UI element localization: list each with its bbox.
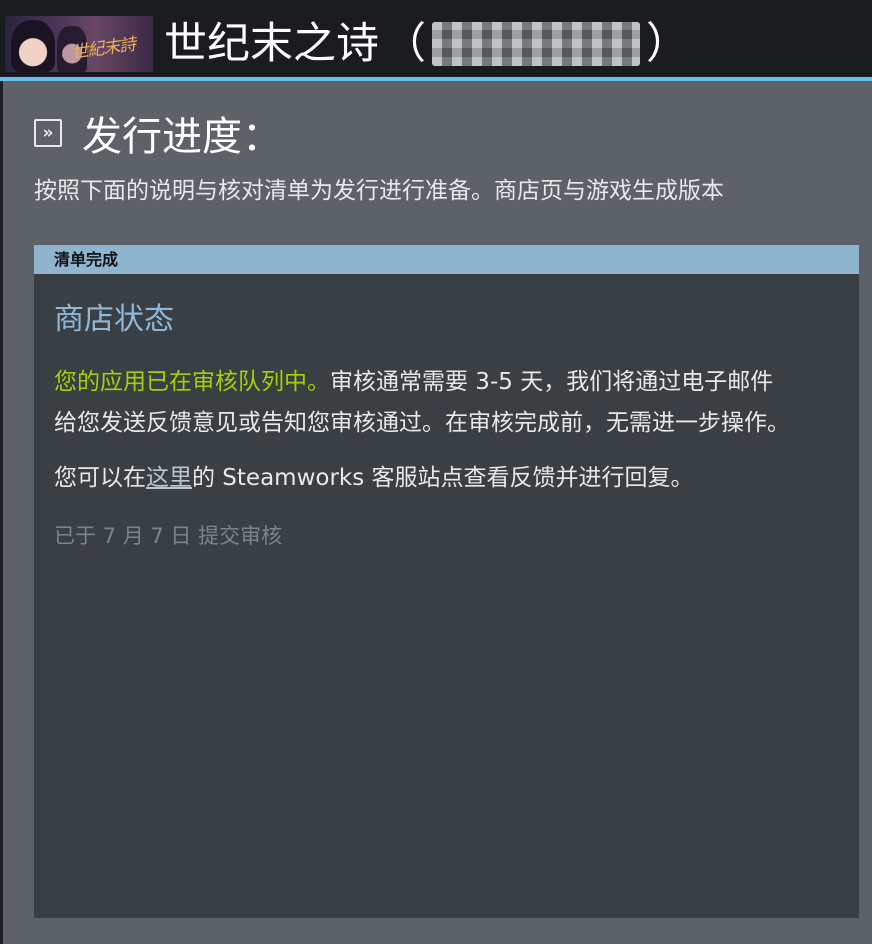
capsule-character-art bbox=[11, 20, 55, 72]
game-title: 世纪末之诗 bbox=[164, 19, 379, 69]
feedback-prefix: 您可以在 bbox=[54, 465, 146, 491]
intro-text: 按照下面的说明与核对清单为发行进行准备。商店页与游戏生成版本 bbox=[34, 178, 724, 204]
app-id-redacted bbox=[432, 22, 640, 66]
section-title: 发行进度： bbox=[82, 114, 282, 160]
feedback-suffix: 的 Steamworks 客服站点查看反馈并进行回复。 bbox=[192, 465, 694, 491]
in-queue-notice: 您的应用已在审核队列中。 bbox=[54, 369, 330, 395]
review-status-text: 您的应用已在审核队列中。审核通常需要 3-5 天，我们将通过电子邮件给您发送反馈… bbox=[54, 362, 794, 444]
page-title: 世纪末之诗 （ ） bbox=[164, 12, 693, 76]
chevron-double-right-icon[interactable]: » bbox=[34, 119, 62, 147]
feedback-text: 您可以在这里的 Steamworks 客服站点查看反馈并进行回复。 bbox=[54, 458, 794, 499]
store-status-heading: 商店状态 bbox=[54, 302, 174, 337]
store-status-card: 清单完成 商店状态 您的应用已在审核队列中。审核通常需要 3-5 天，我们将通过… bbox=[34, 245, 859, 918]
section-header: » 发行进度： bbox=[34, 109, 282, 160]
feedback-link[interactable]: 这里 bbox=[146, 465, 192, 491]
title-paren-close: ） bbox=[646, 19, 689, 69]
card-body: 商店状态 您的应用已在审核队列中。审核通常需要 3-5 天，我们将通过电子邮件给… bbox=[34, 300, 859, 553]
game-capsule-image: 世紀末詩 bbox=[5, 16, 153, 72]
title-paren-open: （ bbox=[383, 19, 426, 69]
submitted-date: 已于 7 月 7 日 提交审核 bbox=[54, 524, 283, 548]
checklist-complete-badge: 清单完成 bbox=[34, 245, 859, 274]
app-header: 世紀末詩 世纪末之诗 （ ） bbox=[0, 0, 872, 78]
main-content: » 发行进度： 按照下面的说明与核对清单为发行进行准备。商店页与游戏生成版本 清… bbox=[3, 81, 872, 944]
